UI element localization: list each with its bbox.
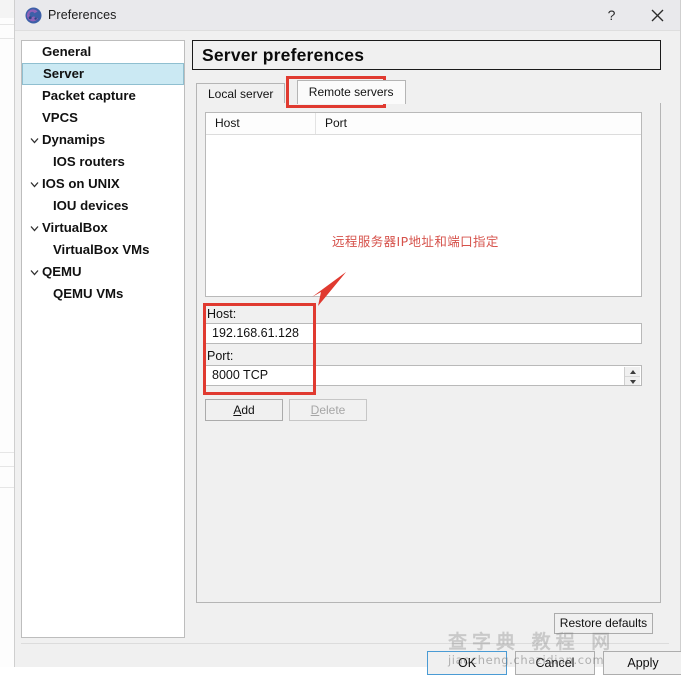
delete-button-accel: D: [310, 403, 320, 417]
sidebar-item-label: Dynamips: [42, 132, 106, 147]
sidebar-item-packet-capture[interactable]: Packet capture: [22, 85, 184, 107]
host-input[interactable]: 192.168.61.128: [205, 323, 642, 344]
preferences-category-tree[interactable]: General Server Packet capture VPCS Dynamips I…: [21, 40, 185, 638]
sidebar-item-virtualbox-vms[interactable]: VirtualBox VMs: [22, 239, 184, 261]
tab-label: Local server: [208, 87, 274, 101]
sidebar-item-server[interactable]: Server: [22, 63, 184, 85]
port-label: Port:: [207, 349, 234, 363]
table-body[interactable]: [206, 135, 641, 297]
sidebar-item-qemu[interactable]: QEMU: [22, 261, 184, 283]
add-button[interactable]: Add: [205, 399, 283, 421]
column-header-port: Port: [325, 116, 348, 130]
cancel-button[interactable]: Cancel: [515, 651, 595, 675]
sidebar-item-virtualbox[interactable]: VirtualBox: [22, 217, 184, 239]
sidebar-item-ios-routers[interactable]: IOS routers: [22, 151, 184, 173]
sidebar-item-label: IOU devices: [53, 198, 129, 213]
chevron-down-icon[interactable]: [28, 173, 40, 195]
port-input-value: 8000 TCP: [212, 368, 269, 382]
sidebar-item-label: General: [42, 44, 92, 59]
apply-button[interactable]: Apply: [603, 651, 681, 675]
port-spinner-up[interactable]: [625, 367, 640, 377]
dialog-body: General Server Packet capture VPCS Dynamips I…: [15, 31, 681, 675]
settings-panel: Server preferences Local server Remote se…: [192, 40, 669, 638]
tab-label: Remote servers: [308, 85, 394, 99]
delete-button: Delete: [289, 399, 367, 421]
remote-servers-table[interactable]: Host Port: [205, 112, 642, 297]
sidebar-item-iou-devices[interactable]: IOU devices: [22, 195, 184, 217]
page-title: Server preferences: [192, 40, 661, 70]
chevron-down-icon[interactable]: [28, 129, 40, 151]
sidebar-item-general[interactable]: General: [22, 41, 184, 63]
sidebar-item-label: IOS routers: [53, 154, 125, 169]
sidebar-item-ios-on-unix[interactable]: IOS on UNIX: [22, 173, 184, 195]
sidebar-item-dynamips[interactable]: Dynamips: [22, 129, 184, 151]
title-bar: Preferences ?: [15, 0, 680, 31]
sidebar-item-vpcs[interactable]: VPCS: [22, 107, 184, 129]
port-input[interactable]: 8000 TCP: [205, 365, 642, 386]
help-button[interactable]: ?: [589, 0, 634, 30]
host-label: Host:: [207, 307, 237, 321]
remote-servers-pane: Host Port 远程服务器IP地址和端口指定 Host: 192.168.6…: [196, 103, 661, 603]
sidebar-item-label: VPCS: [42, 110, 78, 125]
gns3-logo-icon: [25, 7, 42, 24]
tab-bar[interactable]: Local server Remote servers: [196, 80, 661, 104]
sidebar-item-label: QEMU VMs: [53, 286, 124, 301]
port-spinner-down[interactable]: [625, 377, 640, 385]
table-header-row: Host Port: [206, 113, 641, 135]
annotation-text: 远程服务器IP地址和端口指定: [332, 234, 499, 249]
add-button-rest: dd: [241, 403, 255, 417]
delete-button-rest: elete: [319, 403, 346, 417]
tab-local-server[interactable]: Local server: [196, 83, 286, 104]
sidebar-item-label: Server: [43, 66, 85, 81]
sidebar-item-label: Packet capture: [42, 88, 136, 103]
sidebar-item-label: VirtualBox VMs: [53, 242, 150, 257]
sidebar-item-label: IOS on UNIX: [42, 176, 120, 191]
window-title: Preferences: [48, 8, 117, 22]
footer-separator: [21, 643, 669, 644]
preferences-dialog: Preferences ? General Server Packet captur…: [14, 0, 681, 675]
sidebar-item-label: VirtualBox: [42, 220, 108, 235]
ok-button[interactable]: OK: [427, 651, 507, 675]
restore-defaults-button[interactable]: Restore defaults: [554, 613, 653, 634]
chevron-down-icon[interactable]: [28, 217, 40, 239]
close-icon[interactable]: [635, 0, 680, 30]
sidebar-item-qemu-vms[interactable]: QEMU VMs: [22, 283, 184, 305]
chevron-down-icon[interactable]: [28, 261, 40, 283]
tab-remote-servers[interactable]: Remote servers: [296, 80, 406, 104]
sidebar-item-label: QEMU: [42, 264, 82, 279]
column-header-host: Host: [206, 113, 316, 134]
port-spinner[interactable]: [624, 367, 640, 385]
